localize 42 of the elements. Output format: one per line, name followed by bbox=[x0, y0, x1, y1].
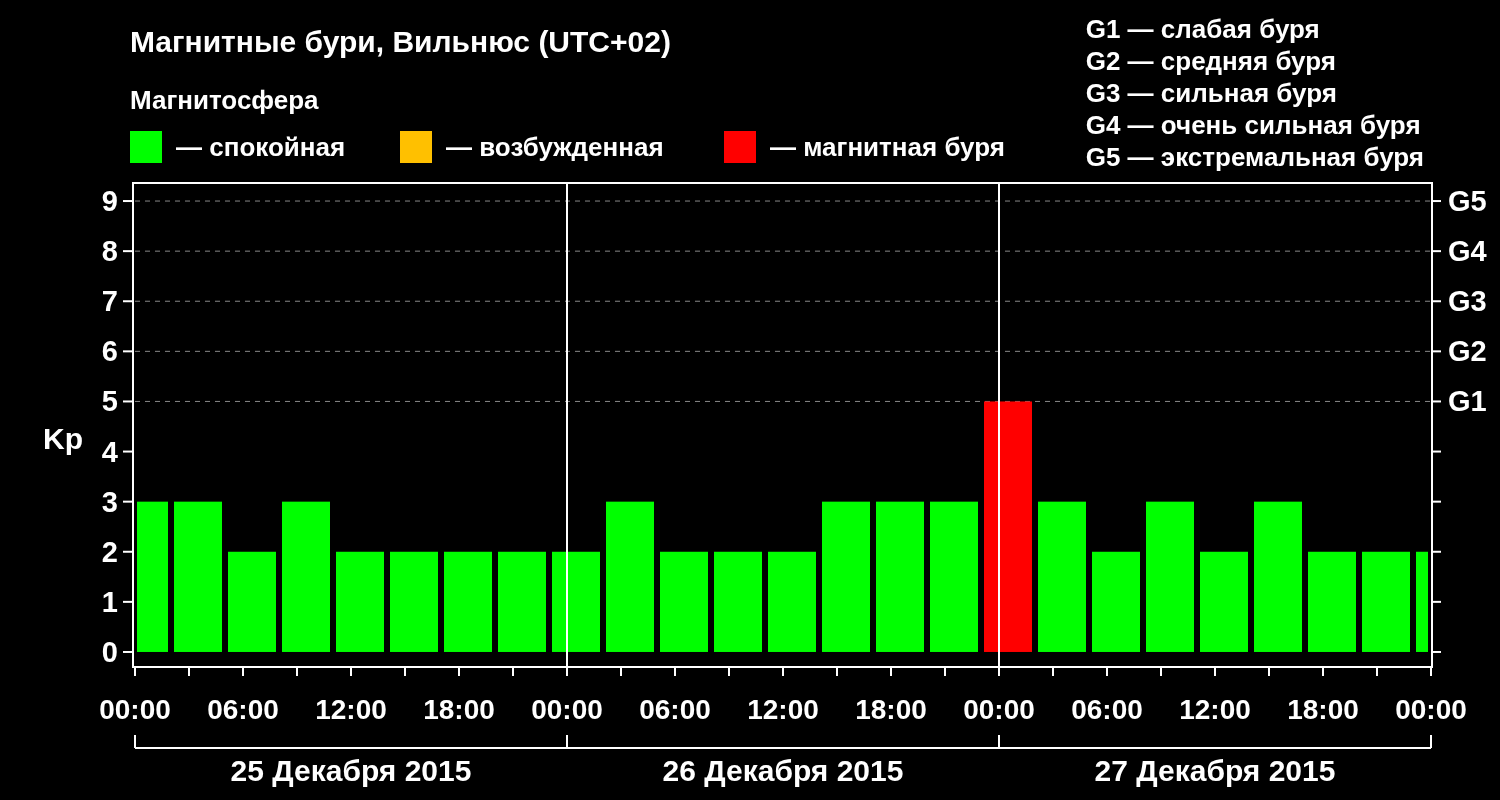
y-tick-label: 6 bbox=[101, 335, 118, 368]
scale-label: G4 — очень сильная буря bbox=[1085, 109, 1422, 141]
scale-label: G5 — экстремальная буря bbox=[1085, 141, 1424, 173]
legend-label: — возбужденная bbox=[446, 131, 664, 163]
y-tick-label: 5 bbox=[101, 385, 118, 418]
y-tick-label: 0 bbox=[101, 635, 118, 668]
x-tick-label: 12:00 bbox=[1179, 694, 1251, 725]
x-tick-label: 00:00 bbox=[99, 694, 171, 725]
date-label: 27 Декабря 2015 bbox=[1094, 754, 1336, 787]
y-tick-label: 3 bbox=[101, 485, 118, 518]
chart-title: Магнитные бури, Вильнюс (UTC+02) bbox=[130, 26, 672, 58]
scale-label: G1 — слабая буря bbox=[1085, 13, 1321, 45]
legend-label: — магнитная буря bbox=[770, 131, 1005, 163]
x-tick-label: 00:00 bbox=[963, 694, 1035, 725]
y-tick-label: 2 bbox=[101, 535, 118, 568]
date-label: 26 Декабря 2015 bbox=[662, 754, 904, 787]
y-tick-label: 8 bbox=[101, 235, 118, 268]
storm-level-label: G4 bbox=[1448, 235, 1487, 268]
x-tick-label: 12:00 bbox=[747, 694, 819, 725]
x-tick-label: 00:00 bbox=[1395, 694, 1467, 725]
legend-label: — спокойная bbox=[176, 131, 346, 163]
y-tick-label: 9 bbox=[101, 185, 118, 218]
storm-level-label: G3 bbox=[1448, 285, 1487, 318]
x-tick-label: 18:00 bbox=[855, 694, 927, 725]
y-tick-label: 1 bbox=[101, 585, 118, 618]
storm-level-label: G1 bbox=[1448, 385, 1487, 418]
legend-title: Магнитосфера bbox=[130, 85, 320, 115]
scale-label: G2 — средняя буря bbox=[1085, 45, 1337, 77]
x-tick-label: 00:00 bbox=[531, 694, 603, 725]
x-tick-label: 12:00 bbox=[315, 694, 387, 725]
x-tick-label: 06:00 bbox=[639, 694, 711, 725]
x-tick-label: 18:00 bbox=[1287, 694, 1359, 725]
date-label: 25 Декабря 2015 bbox=[230, 754, 472, 787]
y-tick-label: 4 bbox=[101, 435, 118, 468]
x-tick-label: 06:00 bbox=[207, 694, 279, 725]
storm-level-label: G2 bbox=[1448, 335, 1487, 368]
x-tick-label: 06:00 bbox=[1071, 694, 1143, 725]
y-axis-label: Kp bbox=[43, 422, 83, 455]
scale-label: G3 — сильная буря bbox=[1085, 77, 1338, 109]
y-tick-label: 7 bbox=[101, 285, 118, 318]
storm-level-label: G5 bbox=[1448, 185, 1487, 218]
x-tick-label: 18:00 bbox=[423, 694, 495, 725]
